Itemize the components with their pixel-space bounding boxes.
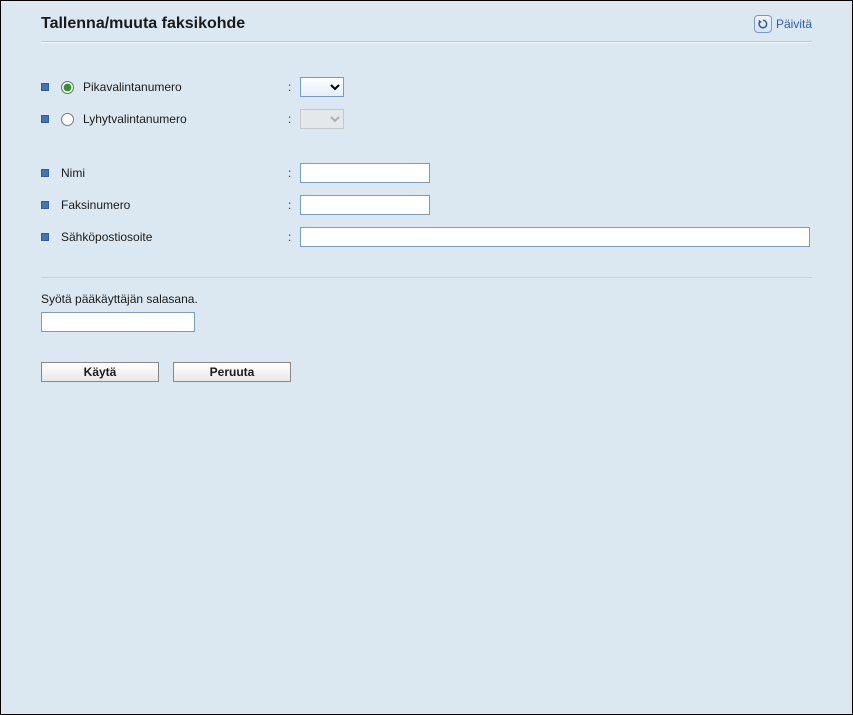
quick-dial-radio[interactable] bbox=[61, 81, 74, 94]
header: Tallenna/muuta faksikohde Päivitä bbox=[17, 11, 836, 41]
quick-dial-label: Pikavalintanumero bbox=[83, 80, 288, 94]
row-email: Sähköpostiosoite : bbox=[41, 221, 812, 253]
refresh-label: Päivitä bbox=[776, 17, 812, 31]
email-label: Sähköpostiosoite bbox=[61, 230, 288, 244]
email-input[interactable] bbox=[300, 227, 810, 247]
bullet-icon bbox=[41, 169, 49, 177]
colon: : bbox=[288, 80, 300, 94]
row-quick-dial: Pikavalintanumero : bbox=[41, 71, 812, 103]
page-title: Tallenna/muuta faksikohde bbox=[41, 15, 245, 33]
colon: : bbox=[288, 166, 300, 180]
colon: : bbox=[288, 112, 300, 126]
name-label: Nimi bbox=[61, 166, 288, 180]
main-panel: Tallenna/muuta faksikohde Päivitä Pikava… bbox=[0, 0, 853, 715]
short-dial-label: Lyhytvalintanumero bbox=[83, 112, 288, 126]
short-dial-select bbox=[300, 109, 344, 129]
password-label: Syötä pääkäyttäjän salasana. bbox=[41, 292, 812, 306]
fax-label: Faksinumero bbox=[61, 198, 288, 212]
row-name: Nimi : bbox=[41, 157, 812, 189]
apply-button[interactable]: Käytä bbox=[41, 362, 159, 382]
bullet-icon bbox=[41, 201, 49, 209]
bullet-icon bbox=[41, 83, 49, 91]
bullet-icon bbox=[41, 115, 49, 123]
colon: : bbox=[288, 230, 300, 244]
bullet-icon bbox=[41, 233, 49, 241]
password-input[interactable] bbox=[41, 312, 195, 332]
row-fax: Faksinumero : bbox=[41, 189, 812, 221]
short-dial-radio[interactable] bbox=[61, 113, 74, 126]
password-section: Syötä pääkäyttäjän salasana. bbox=[17, 278, 836, 332]
button-row: Käytä Peruuta bbox=[17, 332, 836, 412]
form-area: Pikavalintanumero : Lyhytvalintanumero :… bbox=[17, 43, 836, 253]
row-short-dial: Lyhytvalintanumero : bbox=[41, 103, 812, 135]
fax-input[interactable] bbox=[300, 195, 430, 215]
colon: : bbox=[288, 198, 300, 212]
quick-dial-select[interactable] bbox=[300, 77, 344, 97]
cancel-button[interactable]: Peruuta bbox=[173, 362, 291, 382]
refresh-link[interactable]: Päivitä bbox=[754, 15, 812, 33]
refresh-icon bbox=[754, 15, 772, 33]
name-input[interactable] bbox=[300, 163, 430, 183]
